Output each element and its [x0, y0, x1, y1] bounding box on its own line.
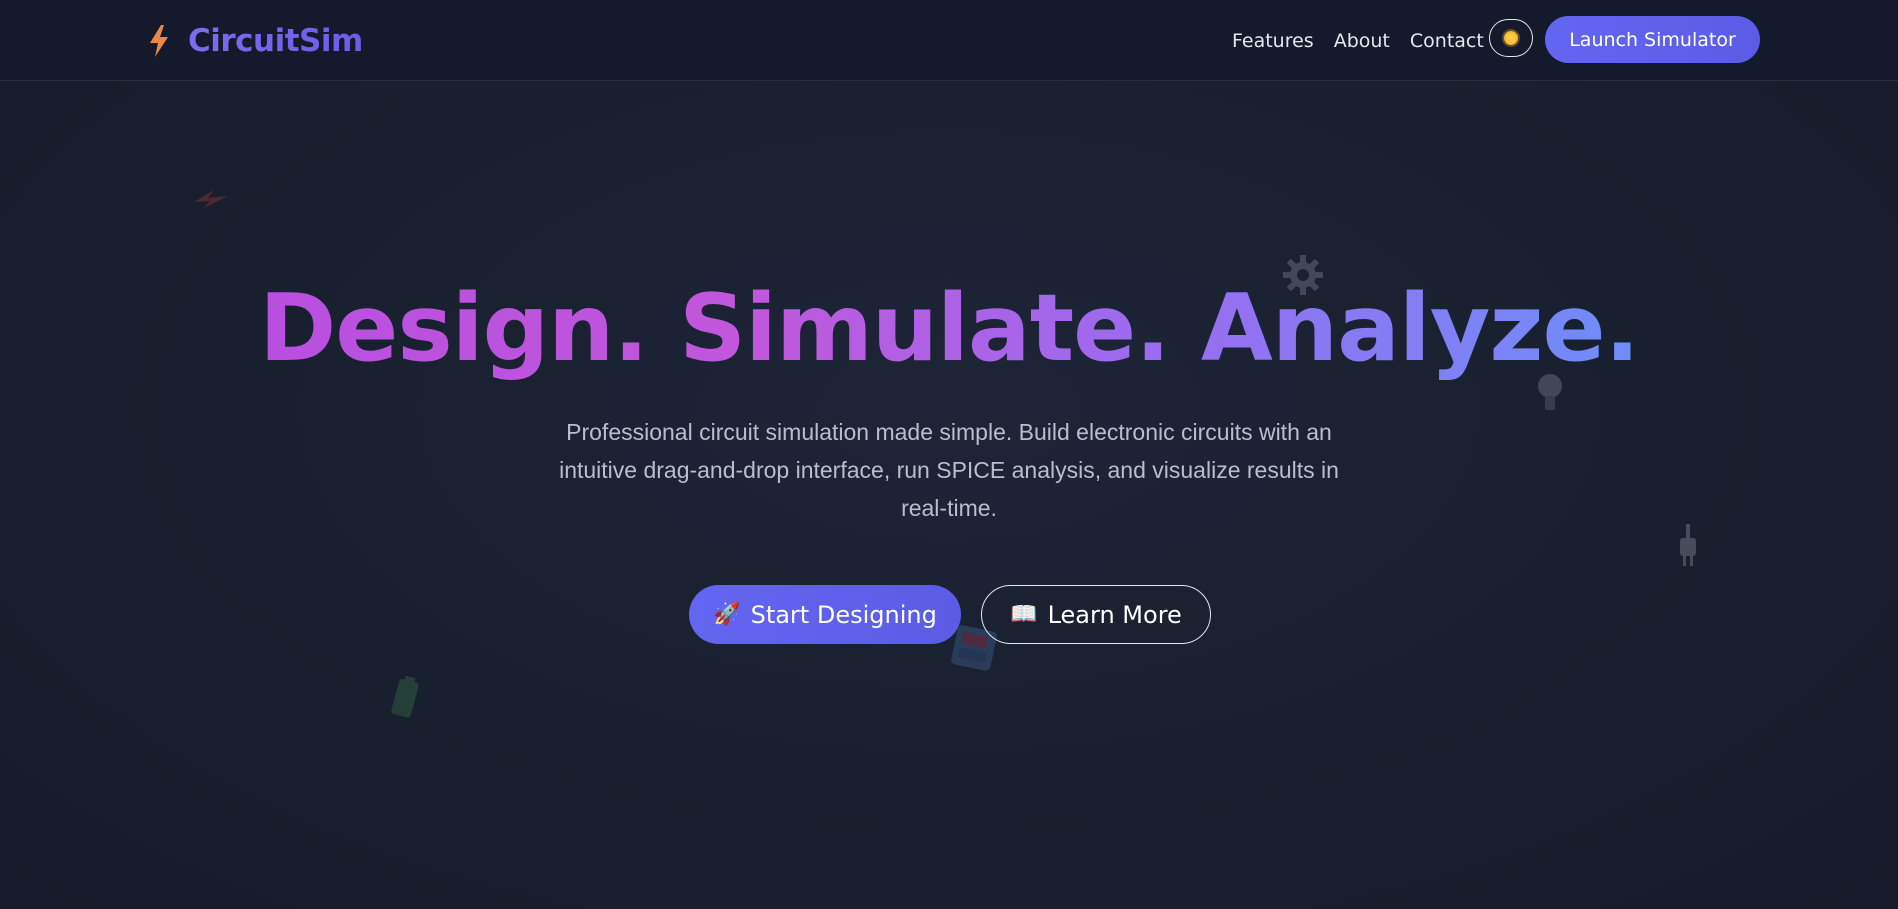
nav-links: Features About Contact [1232, 22, 1484, 60]
lightning-bolt-icon [150, 25, 168, 57]
book-icon: 📖 [1010, 602, 1038, 627]
hero-subtitle: Professional circuit simulation made sim… [559, 419, 1339, 521]
hero-title-text: Design. Simulate. Analyze. [259, 274, 1640, 382]
nav-link-features[interactable]: Features [1232, 30, 1314, 52]
learn-more-label: Learn More [1047, 600, 1182, 629]
start-designing-label: Start Designing [750, 600, 937, 629]
nav-link-contact[interactable]: Contact [1410, 30, 1484, 52]
nav-link-about[interactable]: About [1334, 30, 1390, 52]
hero-title: Design. Simulate. Analyze. [0, 268, 1898, 388]
rocket-icon: 🚀 [713, 602, 741, 627]
battery-icon [391, 675, 419, 718]
brand-logo[interactable]: CircuitSim [146, 18, 363, 64]
plug-icon [1680, 524, 1696, 566]
navbar: CircuitSim Features About Contact Launch… [0, 0, 1898, 81]
brand-name: CircuitSim [188, 23, 363, 59]
lightning-icon [194, 190, 228, 208]
learn-more-button[interactable]: 📖 Learn More [981, 585, 1211, 644]
start-designing-button[interactable]: 🚀 Start Designing [689, 585, 961, 644]
sun-icon [1504, 31, 1518, 45]
theme-toggle-button[interactable] [1489, 19, 1533, 57]
launch-simulator-button[interactable]: Launch Simulator [1545, 16, 1760, 63]
